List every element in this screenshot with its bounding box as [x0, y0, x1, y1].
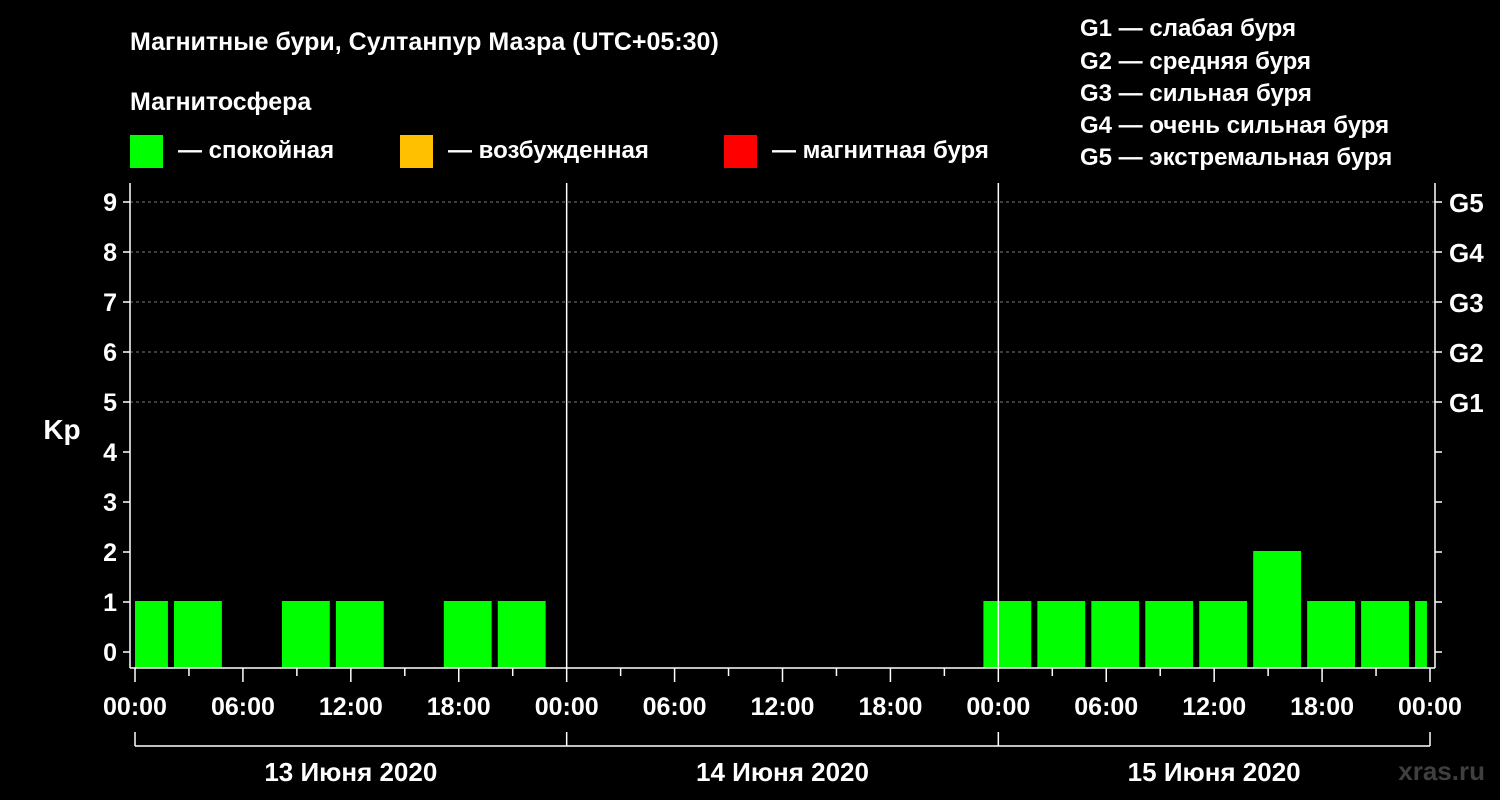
axes: [129, 183, 1436, 669]
bars: [135, 551, 1427, 668]
g-scale-g4: G4 — очень сильная буря: [1080, 112, 1389, 139]
x-tick-label-7: 18:00: [858, 693, 922, 721]
x-ticks: 00:00 06:00 12:00 18:00 00:00 06:00 12:00 18:00…: [103, 668, 1462, 721]
g-level-label-g3: G3: [1449, 288, 1484, 318]
g-scale-g2: G2 — средняя буря: [1080, 48, 1311, 75]
x-tick-label-3: 18:00: [427, 693, 491, 721]
y-tick-label-6: 6: [103, 339, 117, 367]
x-tick-label-0: 00:00: [103, 693, 167, 721]
g-scale-g5: G5 — экстремальная буря: [1080, 144, 1392, 171]
bar-5: [497, 601, 546, 668]
day-labels: 13 Июня 2020 14 Июня 2020 15 Июня 2020: [134, 732, 1431, 787]
x-tick-label-9: 06:00: [1074, 693, 1138, 721]
bar-6: [983, 601, 1032, 668]
x-tick-label-11: 18:00: [1290, 693, 1354, 721]
x-tick-label-10: 12:00: [1182, 693, 1246, 721]
day-dividers: [565, 183, 1000, 668]
x-tick-label-6: 12:00: [751, 693, 815, 721]
g-level-label-g1: G1: [1449, 388, 1484, 418]
y-tick-label-3: 3: [103, 489, 117, 517]
legend-label-quiet: — спокойная: [178, 137, 334, 164]
g-level-label-g4: G4: [1449, 238, 1484, 268]
y-tick-label-7: 7: [103, 289, 117, 317]
day-label-1: 14 Июня 2020: [696, 757, 869, 787]
y-tick-label-4: 4: [103, 439, 117, 467]
bar-1: [174, 601, 222, 668]
legend-swatch-active: [400, 135, 433, 168]
g-scale-g1: G1 — слабая буря: [1080, 15, 1296, 42]
x-tick-label-8: 00:00: [966, 693, 1030, 721]
bar-11: [1253, 551, 1302, 668]
legend-label-storm: — магнитная буря: [772, 137, 989, 164]
g-level-label-g5: G5: [1449, 188, 1484, 218]
watermark: xras.ru: [1398, 756, 1485, 786]
legend-swatch-storm: [724, 135, 757, 168]
bar-0: [135, 601, 168, 668]
x-tick-label-12: 00:00: [1398, 693, 1462, 721]
day-label-2: 15 Июня 2020: [1128, 757, 1301, 787]
legend-label-active: — возбужденная: [448, 137, 649, 164]
bar-4: [443, 601, 492, 668]
g-scale-g3: G3 — сильная буря: [1080, 80, 1312, 107]
g-level-label-g2: G2: [1449, 338, 1484, 368]
legend-swatch-quiet: [130, 135, 163, 168]
y-tick-label-2: 2: [103, 539, 117, 567]
bar-13: [1361, 601, 1409, 668]
y-tick-label-8: 8: [103, 239, 117, 267]
bar-12: [1307, 601, 1355, 668]
y-tick-label-0: 0: [103, 639, 117, 667]
bar-2: [281, 601, 330, 668]
day-label-0: 13 Июня 2020: [264, 757, 437, 787]
y-tick-label-5: 5: [103, 389, 117, 417]
x-tick-label-2: 12:00: [319, 693, 383, 721]
legend-heading: Магнитосфера: [130, 88, 312, 116]
bar-9: [1145, 601, 1194, 668]
x-tick-label-5: 06:00: [643, 693, 707, 721]
bar-10: [1199, 601, 1248, 668]
y-axis-label: Kp: [43, 414, 80, 445]
bar-8: [1091, 601, 1140, 668]
x-tick-label-1: 06:00: [211, 693, 275, 721]
grid-lines: [130, 201, 1435, 403]
bar-3: [335, 601, 384, 668]
bar-14: [1415, 601, 1427, 668]
bar-7: [1037, 601, 1086, 668]
kp-chart: Магнитные бури, Султанпур Мазра (UTC+05:…: [43, 15, 1485, 787]
x-tick-label-4: 00:00: [535, 693, 599, 721]
chart-title: Магнитные бури, Султанпур Мазра (UTC+05:…: [130, 28, 719, 56]
y-tick-label-9: 9: [103, 189, 117, 217]
y-tick-label-1: 1: [103, 589, 117, 617]
